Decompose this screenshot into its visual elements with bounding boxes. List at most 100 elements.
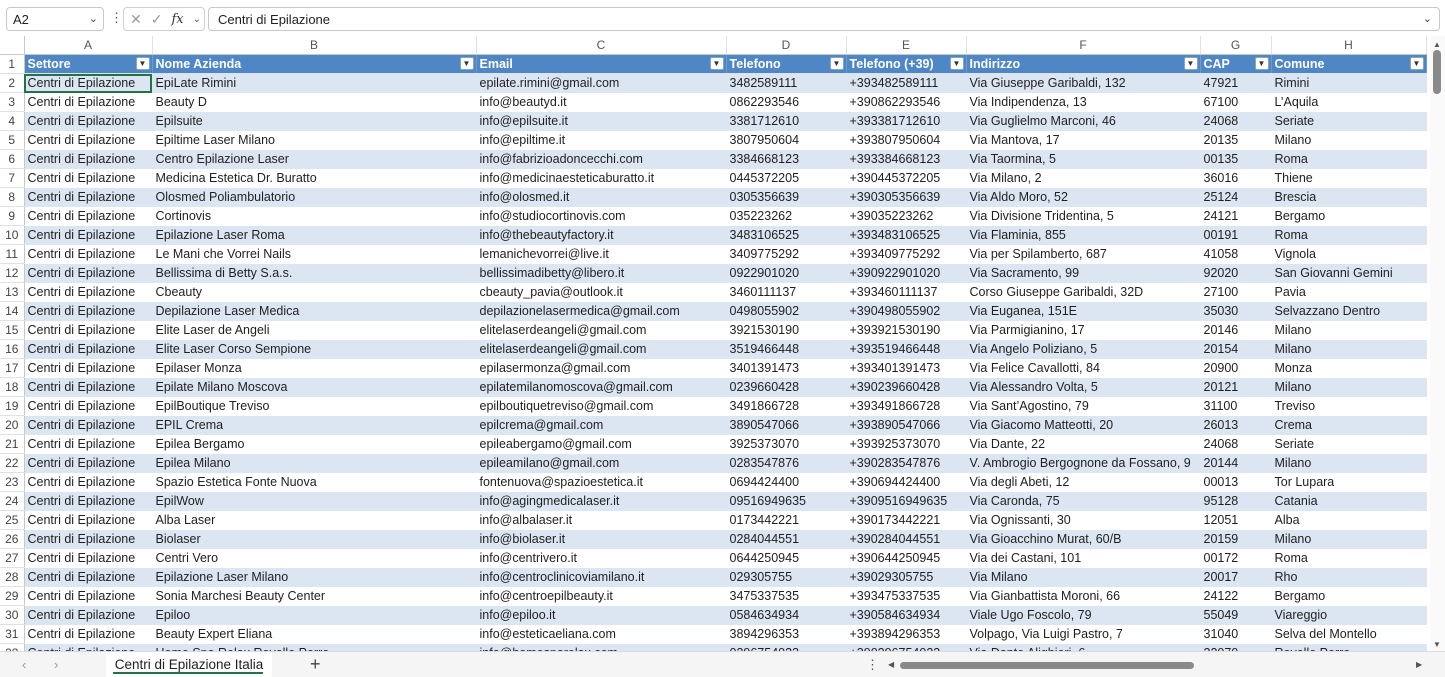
table-cell[interactable]: 20154 bbox=[1200, 339, 1272, 359]
table-cell[interactable]: Tor Lupara bbox=[1271, 472, 1427, 492]
filter-dropdown-icon[interactable]: ▼ bbox=[459, 57, 474, 70]
column-header[interactable]: A bbox=[24, 36, 153, 55]
table-cell[interactable]: 09516949635 bbox=[726, 491, 847, 511]
row-number[interactable]: 18 bbox=[0, 377, 25, 397]
table-cell[interactable]: Epilea Bergamo bbox=[152, 434, 477, 454]
table-cell[interactable]: Roma bbox=[1271, 225, 1427, 245]
table-cell[interactable]: 0644250945 bbox=[726, 548, 847, 568]
row-number[interactable]: 25 bbox=[0, 510, 25, 530]
table-header-cell[interactable]: Settore ▼ bbox=[24, 54, 153, 74]
table-cell[interactable]: Via Euganea, 151E bbox=[966, 301, 1201, 321]
table-cell[interactable]: Centri di Epilazione bbox=[24, 320, 153, 340]
table-cell[interactable]: info@epiloo.it bbox=[476, 605, 727, 625]
table-cell[interactable]: 3401391473 bbox=[726, 358, 847, 378]
table-cell[interactable]: Centri di Epilazione bbox=[24, 358, 153, 378]
filter-dropdown-icon[interactable]: ▼ bbox=[709, 57, 724, 70]
table-cell[interactable]: Via Indipendenza, 13 bbox=[966, 92, 1201, 112]
row-number[interactable]: 14 bbox=[0, 301, 25, 321]
table-cell[interactable]: 3894296353 bbox=[726, 624, 847, 644]
more-options-icon[interactable]: ⋮ bbox=[110, 10, 123, 26]
table-cell[interactable]: 0862293546 bbox=[726, 92, 847, 112]
column-header[interactable]: H bbox=[1271, 36, 1427, 55]
row-number[interactable]: 19 bbox=[0, 396, 25, 416]
table-cell[interactable]: Centri di Epilazione bbox=[24, 301, 153, 321]
table-header-cell[interactable]: Comune ▼ bbox=[1271, 54, 1427, 74]
scroll-right-icon[interactable]: ▶ bbox=[1416, 660, 1422, 669]
table-cell[interactable]: Seriate bbox=[1271, 111, 1427, 131]
table-cell[interactable]: Centri di Epilazione bbox=[24, 491, 153, 511]
table-cell[interactable]: 3519466448 bbox=[726, 339, 847, 359]
row-number[interactable]: 2 bbox=[0, 73, 25, 93]
table-cell[interactable]: +390239660428 bbox=[846, 377, 967, 397]
table-cell[interactable]: info@biolaser.it bbox=[476, 529, 727, 549]
table-cell[interactable]: Centri di Epilazione bbox=[24, 605, 153, 625]
row-number[interactable]: 20 bbox=[0, 415, 25, 435]
table-cell[interactable]: info@thebeautyfactory.it bbox=[476, 225, 727, 245]
table-cell[interactable]: Crema bbox=[1271, 415, 1427, 435]
table-cell[interactable]: Via Felice Cavallotti, 84 bbox=[966, 358, 1201, 378]
table-cell[interactable]: Epilazione Laser Roma bbox=[152, 225, 477, 245]
table-cell[interactable]: Via Alessandro Volta, 5 bbox=[966, 377, 1201, 397]
scroll-down-icon[interactable]: ▼ bbox=[1433, 640, 1441, 649]
table-cell[interactable]: 0283547876 bbox=[726, 453, 847, 473]
table-cell[interactable]: +390922901020 bbox=[846, 263, 967, 283]
table-cell[interactable]: 41058 bbox=[1200, 244, 1272, 264]
more-options-icon[interactable]: ⋮ bbox=[866, 657, 879, 673]
table-cell[interactable]: Centri di Epilazione bbox=[24, 225, 153, 245]
row-number[interactable]: 15 bbox=[0, 320, 25, 340]
table-cell[interactable]: Centri di Epilazione bbox=[24, 282, 153, 302]
table-cell[interactable]: 31040 bbox=[1200, 624, 1272, 644]
table-cell[interactable]: epilboutiquetreviso@gmail.com bbox=[476, 396, 727, 416]
table-cell[interactable]: Via Aldo Moro, 52 bbox=[966, 187, 1201, 207]
table-cell[interactable]: 0694424400 bbox=[726, 472, 847, 492]
table-cell[interactable]: Centri di Epilazione bbox=[24, 73, 153, 93]
table-cell[interactable]: Via Dante Alighieri, 6 bbox=[966, 643, 1201, 651]
row-number[interactable]: 28 bbox=[0, 567, 25, 587]
row-number[interactable]: 7 bbox=[0, 168, 25, 188]
table-cell[interactable]: Roma bbox=[1271, 149, 1427, 169]
table-cell[interactable]: 0173442221 bbox=[726, 510, 847, 530]
check-icon[interactable]: ✓ bbox=[151, 11, 163, 28]
table-cell[interactable]: Via Flaminia, 855 bbox=[966, 225, 1201, 245]
table-cell[interactable]: Cbeauty bbox=[152, 282, 477, 302]
table-cell[interactable]: +393381712610 bbox=[846, 111, 967, 131]
table-cell[interactable]: info@agingmedicalaser.it bbox=[476, 491, 727, 511]
table-cell[interactable]: Centri di Epilazione bbox=[24, 434, 153, 454]
table-cell[interactable]: lemanichevorrei@live.it bbox=[476, 244, 727, 264]
select-all-corner[interactable] bbox=[0, 36, 25, 55]
table-cell[interactable]: 92020 bbox=[1200, 263, 1272, 283]
table-cell[interactable]: info@studiocortinovis.com bbox=[476, 206, 727, 226]
table-cell[interactable]: Roma bbox=[1271, 548, 1427, 568]
table-cell[interactable]: +390296754023 bbox=[846, 643, 967, 651]
table-cell[interactable]: info@centroepilbeauty.it bbox=[476, 586, 727, 606]
table-cell[interactable]: info@olosmed.it bbox=[476, 187, 727, 207]
table-cell[interactable]: Elite Laser de Angeli bbox=[152, 320, 477, 340]
table-cell[interactable]: 55049 bbox=[1200, 605, 1272, 625]
table-cell[interactable]: +393475337535 bbox=[846, 586, 967, 606]
row-number[interactable]: 27 bbox=[0, 548, 25, 568]
table-cell[interactable]: Volpago, Via Luigi Pastro, 7 bbox=[966, 624, 1201, 644]
table-cell[interactable]: Epilaser Monza bbox=[152, 358, 477, 378]
table-cell[interactable]: info@medicinaesteticaburatto.it bbox=[476, 168, 727, 188]
column-header[interactable]: C bbox=[476, 36, 727, 55]
table-cell[interactable]: Centri di Epilazione bbox=[24, 624, 153, 644]
table-cell[interactable]: L’Aquila bbox=[1271, 92, 1427, 112]
table-cell[interactable]: info@centrivero.it bbox=[476, 548, 727, 568]
table-cell[interactable]: Centri di Epilazione bbox=[24, 453, 153, 473]
table-cell[interactable]: 27100 bbox=[1200, 282, 1272, 302]
table-cell[interactable]: Via Divisione Tridentina, 5 bbox=[966, 206, 1201, 226]
table-cell[interactable]: +390445372205 bbox=[846, 168, 967, 188]
table-cell[interactable]: +393401391473 bbox=[846, 358, 967, 378]
table-cell[interactable]: Bellissima di Betty S.a.s. bbox=[152, 263, 477, 283]
table-cell[interactable]: Beauty Expert Eliana bbox=[152, 624, 477, 644]
table-cell[interactable]: Via degli Abeti, 12 bbox=[966, 472, 1201, 492]
table-cell[interactable]: EpilWow bbox=[152, 491, 477, 511]
table-cell[interactable]: 20135 bbox=[1200, 130, 1272, 150]
table-header-cell[interactable]: CAP ▼ bbox=[1200, 54, 1272, 74]
table-cell[interactable]: 00135 bbox=[1200, 149, 1272, 169]
table-cell[interactable]: Centri di Epilazione bbox=[24, 548, 153, 568]
next-sheet-icon[interactable]: › bbox=[54, 657, 58, 672]
table-cell[interactable]: +393807950604 bbox=[846, 130, 967, 150]
table-cell[interactable]: Centri di Epilazione bbox=[24, 377, 153, 397]
table-cell[interactable]: Via Caronda, 75 bbox=[966, 491, 1201, 511]
